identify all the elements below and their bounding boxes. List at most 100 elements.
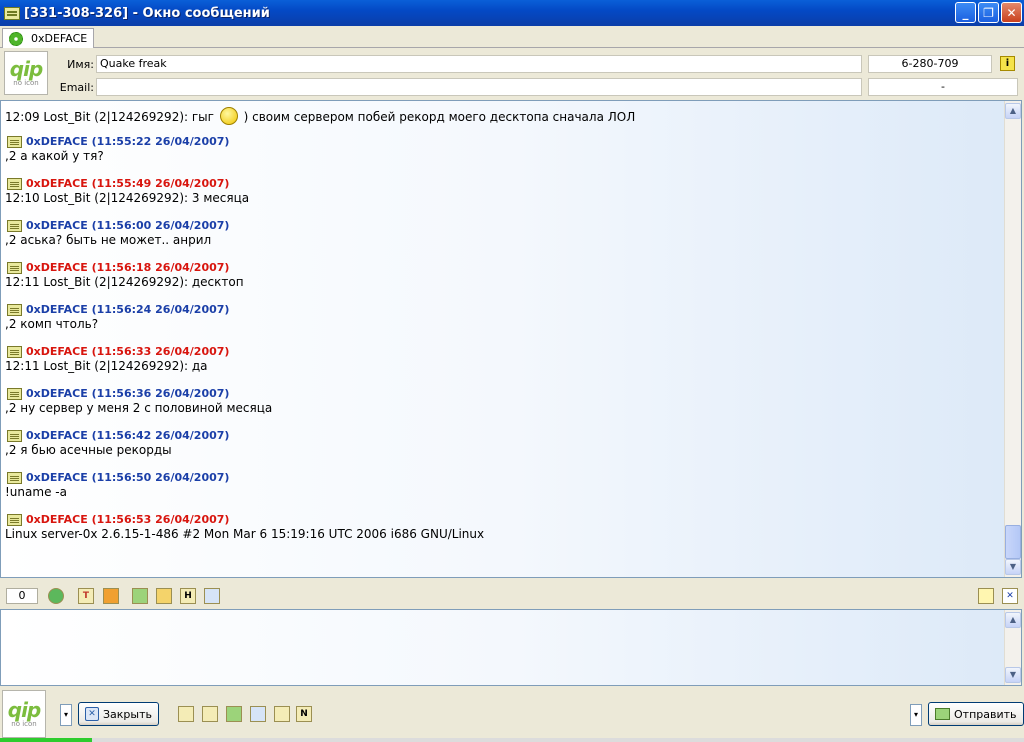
save-icon[interactable]	[132, 588, 148, 604]
message-text: Linux server-0x 2.6.15-1-486 #2 Mon Mar …	[5, 527, 485, 541]
settings-icon[interactable]	[250, 706, 266, 722]
message-icon	[7, 219, 22, 232]
window-controls: _ ❐ ✕	[955, 2, 1022, 23]
close-icon: ✕	[85, 707, 99, 721]
my-avatar[interactable]: qip no icon	[2, 690, 46, 738]
title-bar: [331-308-326] - Окно сообщений _ ❐ ✕	[0, 0, 1024, 26]
message-header-text: 0xDEFACE (11:56:33 26/04/2007)	[26, 345, 230, 358]
message-header-text: 0xDEFACE (11:56:00 26/04/2007)	[26, 219, 230, 232]
message-header-text: 0xDEFACE (11:55:22 26/04/2007)	[26, 135, 230, 148]
message-header: 0xDEFACE (11:56:18 26/04/2007)	[7, 261, 229, 274]
scroll-thumb[interactable]	[1005, 525, 1021, 559]
scroll-down-icon[interactable]: ▼	[1005, 559, 1021, 575]
maximize-button[interactable]: ❐	[978, 2, 999, 23]
message-text: 12:10 Lost_Bit (2|124269292): 3 месяца	[5, 191, 250, 205]
input-scrollbar[interactable]: ▲ ▼	[1004, 610, 1021, 685]
message-icon	[7, 471, 22, 484]
message-icon	[7, 345, 22, 358]
message-text: 12:11 Lost_Bit (2|124269292): да	[5, 359, 208, 373]
message-header-text: 0xDEFACE (11:56:50 26/04/2007)	[26, 471, 230, 484]
uin-secondary-field: -	[868, 78, 1018, 96]
message-text: 12:11 Lost_Bit (2|124269292): десктоп	[5, 275, 244, 289]
message-input[interactable]: ▲ ▼	[0, 609, 1022, 686]
name-label: Имя:	[67, 58, 94, 71]
message-icon	[7, 303, 22, 316]
input-toolbar: 0 T H ✕	[0, 584, 1024, 608]
first-line-prefix: 12:09 Lost_Bit (2|124269292): гыг	[5, 110, 214, 124]
window-title: [331-308-326] - Окно сообщений	[24, 5, 270, 21]
send-button-label: Отправить	[954, 707, 1017, 721]
history-icon[interactable]: H	[180, 588, 196, 604]
chat-scrollbar[interactable]: ▲ ▼	[1004, 101, 1021, 577]
message-icon	[7, 513, 22, 526]
message-header: 0xDEFACE (11:55:22 26/04/2007)	[7, 135, 229, 148]
close-window-button[interactable]: ✕	[1001, 2, 1022, 23]
chat-log[interactable]: 12:09 Lost_Bit (2|124269292): гыг ) свои…	[0, 100, 1022, 578]
message-header: 0xDEFACE (11:56:50 26/04/2007)	[7, 471, 229, 484]
screenshot-icon[interactable]	[204, 588, 220, 604]
input-scroll-up-icon[interactable]: ▲	[1005, 612, 1021, 628]
log-icon[interactable]	[202, 706, 218, 722]
message-header-text: 0xDEFACE (11:56:36 26/04/2007)	[26, 387, 230, 400]
message-text: ,2 а какой у тя?	[5, 149, 104, 163]
message-icon	[7, 387, 22, 400]
message-header: 0xDEFACE (11:56:00 26/04/2007)	[7, 219, 229, 232]
qip-logo-text: qip	[9, 57, 43, 81]
bottom-bar: qip no icon ▾ ✕ Закрыть N ▾ Отправить	[0, 688, 1024, 742]
close-button[interactable]: ✕ Закрыть	[78, 702, 159, 726]
message-window-icon	[4, 6, 20, 20]
email-label: Email:	[59, 81, 94, 94]
name-field[interactable]: Quake freak	[96, 55, 862, 73]
close-options-dropdown[interactable]: ▾	[60, 704, 72, 726]
quote-icon[interactable]	[178, 706, 194, 722]
contacts-icon[interactable]	[226, 706, 242, 722]
qip-logo-text: qip	[7, 698, 41, 722]
info-icon[interactable]: i	[1000, 56, 1015, 71]
send-button[interactable]: Отправить	[928, 702, 1024, 726]
scroll-up-icon[interactable]: ▲	[1005, 103, 1021, 119]
message-header: 0xDEFACE (11:56:33 26/04/2007)	[7, 345, 229, 358]
send-options-dropdown[interactable]: ▾	[910, 704, 922, 726]
notes-icon[interactable]: N	[296, 706, 312, 722]
smiley-icon[interactable]	[48, 588, 64, 604]
char-counter: 0	[6, 588, 38, 604]
minimize-button[interactable]: _	[955, 2, 976, 23]
smiley-icon	[219, 107, 238, 125]
message-icon	[7, 429, 22, 442]
message-header: 0xDEFACE (11:55:49 26/04/2007)	[7, 177, 229, 190]
message-text: !uname -a	[5, 485, 67, 499]
contact-info-panel: qip no icon Имя: Quake freak Email: 6-28…	[0, 49, 1024, 99]
color-icon[interactable]	[103, 588, 119, 604]
status-bar	[0, 738, 1024, 742]
message-icon	[7, 177, 22, 190]
message-header: 0xDEFACE (11:56:53 26/04/2007)	[7, 513, 229, 526]
close-button-label: Закрыть	[103, 707, 152, 721]
message-text: ,2 аська? быть не может.. анрил	[5, 233, 212, 247]
message-header-text: 0xDEFACE (11:56:42 26/04/2007)	[26, 429, 230, 442]
message-text: ,2 комп чтоль?	[5, 317, 99, 331]
flower-icon	[9, 31, 23, 46]
folder-icon[interactable]	[156, 588, 172, 604]
message-header: 0xDEFACE (11:56:42 26/04/2007)	[7, 429, 229, 442]
tab-label: 0xDEFACE	[31, 32, 88, 45]
text-format-icon[interactable]: T	[78, 588, 94, 604]
close-input-icon[interactable]: ✕	[1002, 588, 1018, 604]
message-header-text: 0xDEFACE (11:55:49 26/04/2007)	[26, 177, 230, 190]
archive-icon[interactable]	[274, 706, 290, 722]
contact-avatar[interactable]: qip no icon	[4, 51, 48, 95]
chat-first-line: 12:09 Lost_Bit (2|124269292): гыг ) свои…	[5, 107, 635, 125]
note-icon[interactable]	[978, 588, 994, 604]
message-header: 0xDEFACE (11:56:36 26/04/2007)	[7, 387, 229, 400]
send-icon	[935, 708, 950, 720]
email-field[interactable]	[96, 78, 862, 96]
tab-row: 0xDEFACE	[0, 26, 1024, 48]
tab-contact[interactable]: 0xDEFACE	[2, 28, 94, 48]
message-icon	[7, 135, 22, 148]
message-header-text: 0xDEFACE (11:56:24 26/04/2007)	[26, 303, 230, 316]
uin-field[interactable]: 6-280-709	[868, 55, 992, 73]
message-text: ,2 ну сервер у меня 2 с половиной месяца	[5, 401, 273, 415]
message-icon	[7, 261, 22, 274]
input-scroll-down-icon[interactable]: ▼	[1005, 667, 1021, 683]
no-icon-text: no icon	[13, 79, 39, 87]
no-icon-text: no icon	[11, 720, 37, 728]
